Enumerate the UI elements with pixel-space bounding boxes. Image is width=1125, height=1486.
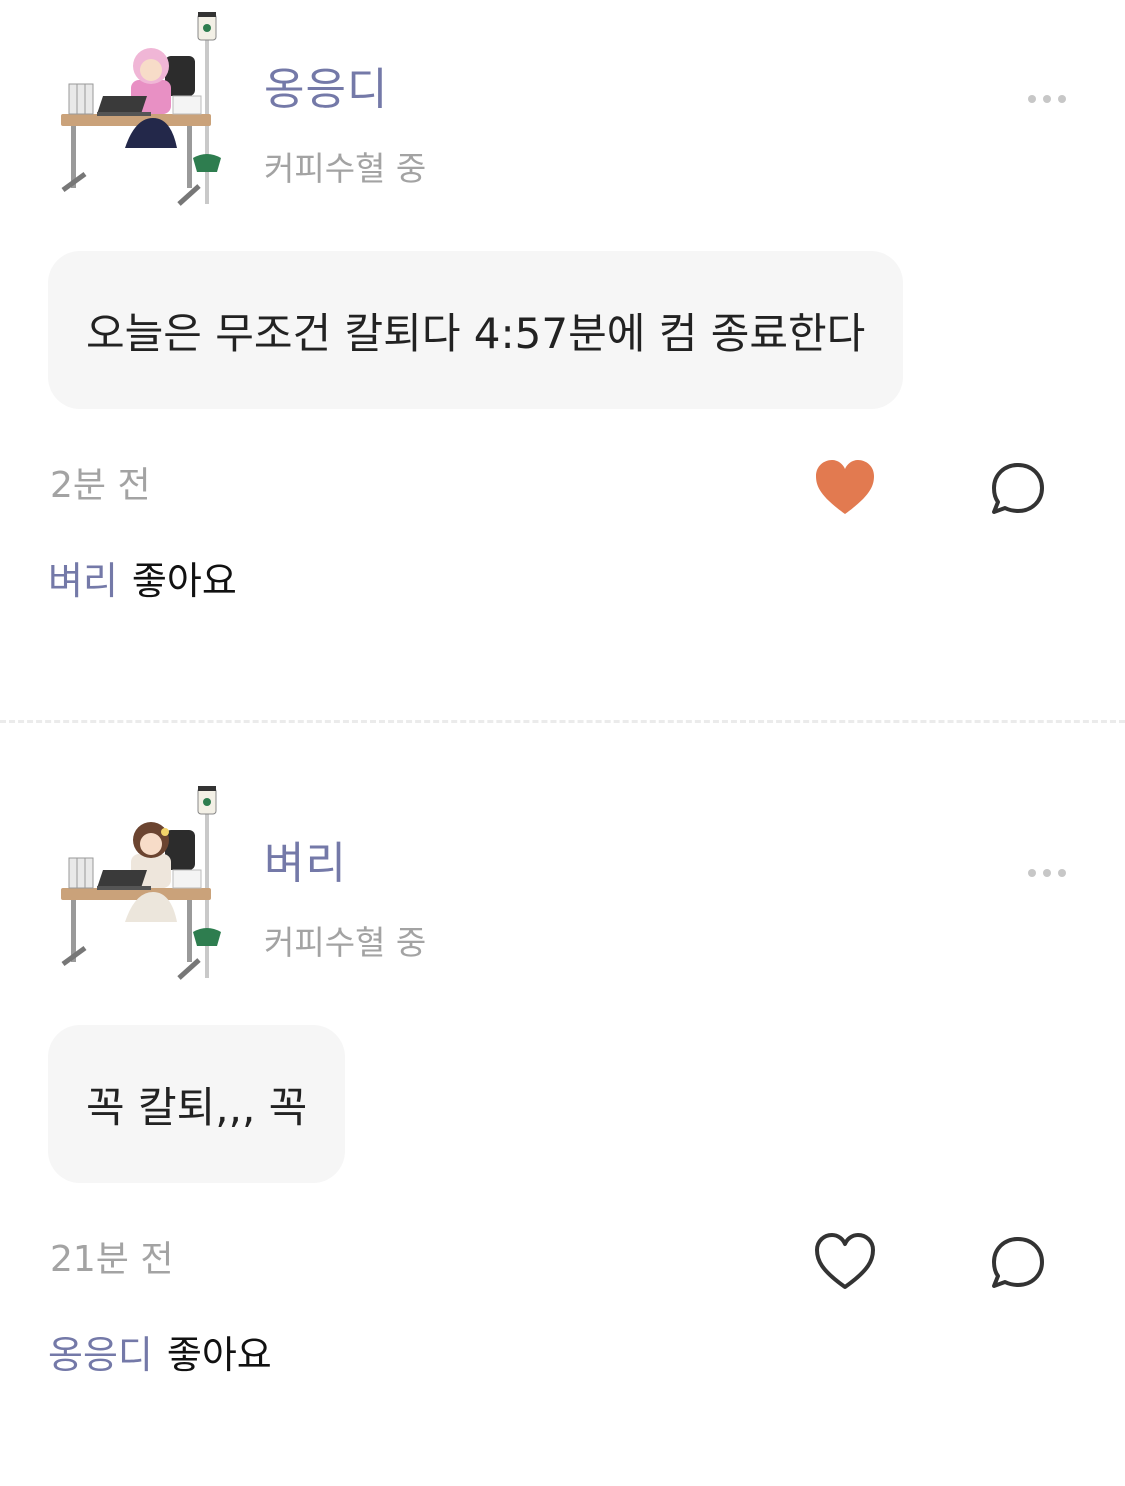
more-horizontal-icon-dot	[1043, 869, 1051, 877]
heart-icon	[816, 460, 874, 514]
like-button[interactable]	[812, 1230, 878, 1292]
more-horizontal-icon-dot	[1028, 869, 1036, 877]
like-button[interactable]	[812, 456, 878, 518]
author-name[interactable]: 옹응디	[264, 68, 388, 112]
avatar[interactable]	[55, 782, 235, 982]
comment-card: 벼리 커피수혈 중 꼭 칼퇴,,, 꼭 21분 전 옹응디 좋아요	[0, 724, 1125, 1486]
comment-divider	[0, 720, 1125, 723]
more-options-button[interactable]	[1018, 858, 1076, 888]
more-horizontal-icon-dot	[1058, 95, 1066, 103]
more-horizontal-icon-dot	[1043, 95, 1051, 103]
likes-summary: 옹응디 좋아요	[48, 1336, 272, 1374]
comment-time: 21분 전	[50, 1239, 174, 1280]
avatar[interactable]	[55, 8, 235, 208]
reply-button[interactable]	[988, 460, 1048, 518]
author-status: 커피수혈 중	[264, 149, 427, 188]
author-name[interactable]: 벼리	[264, 842, 347, 886]
likes-summary: 벼리 좋아요	[48, 562, 237, 600]
reply-button[interactable]	[988, 1234, 1048, 1292]
comment-bubble-icon	[992, 463, 1044, 514]
more-horizontal-icon-dot	[1058, 869, 1066, 877]
more-options-button[interactable]	[1018, 84, 1076, 114]
liker-name[interactable]: 옹응디	[48, 1333, 153, 1377]
author-status: 커피수혈 중	[264, 923, 427, 962]
likes-label: 좋아요	[131, 559, 237, 603]
comment-card: 옹응디 커피수혈 중 오늘은 무조건 칼퇴다 4:57분에 컴 종료한다 2분 …	[0, 0, 1125, 720]
comment-bubble-icon	[992, 1237, 1044, 1288]
avatar-desk-illustration	[61, 12, 221, 206]
liker-name[interactable]: 벼리	[48, 559, 118, 603]
more-horizontal-icon-dot	[1028, 95, 1036, 103]
avatar-desk-illustration	[61, 786, 221, 980]
comment-message: 오늘은 무조건 칼퇴다 4:57분에 컴 종료한다	[48, 251, 904, 409]
comment-time: 2분 전	[50, 465, 151, 506]
comment-message: 꼭 칼퇴,,, 꼭	[48, 1025, 346, 1183]
heart-icon	[815, 1233, 875, 1289]
likes-label: 좋아요	[166, 1333, 272, 1377]
